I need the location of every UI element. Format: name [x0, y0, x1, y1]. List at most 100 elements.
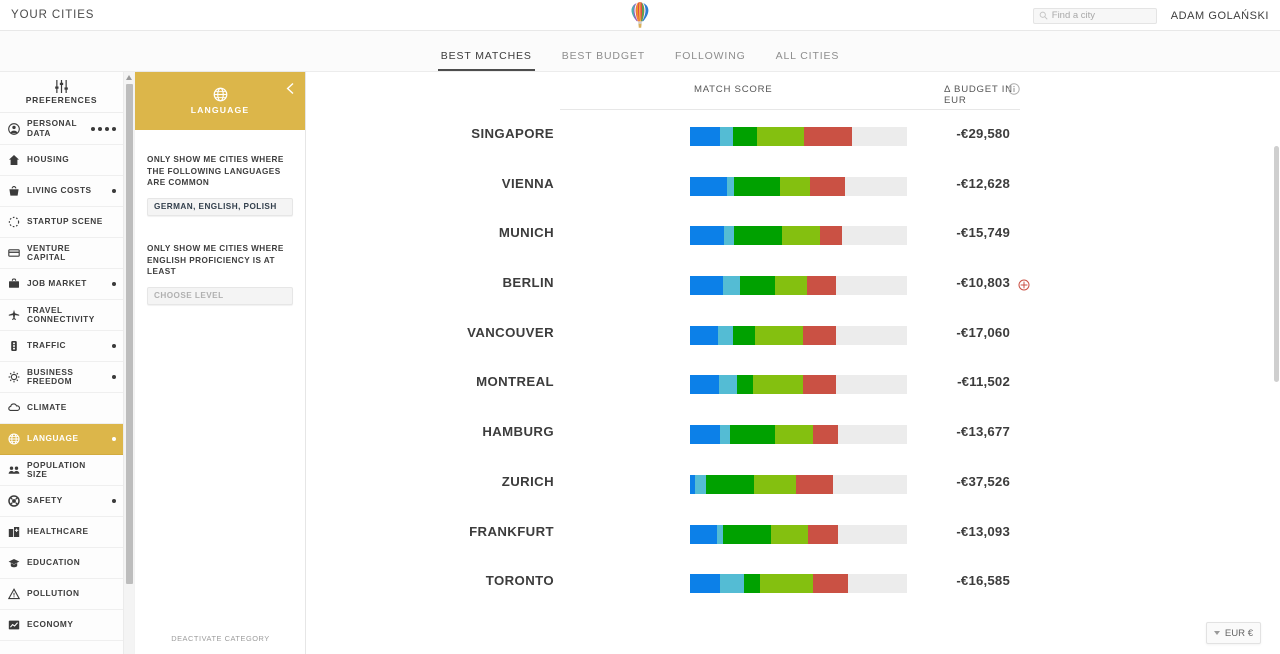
- match-score-segment-5: [810, 176, 845, 196]
- sidebar-item-personal-data[interactable]: PERSONAL DATA: [0, 113, 123, 145]
- shopping-basket-icon: [9, 186, 19, 196]
- sidebar-header: PREFERENCES: [0, 72, 123, 113]
- languages-field[interactable]: GERMAN, ENGLISH, POLISH: [147, 197, 293, 216]
- budget-value: -€16,585: [956, 573, 1010, 589]
- table-row[interactable]: VANCOUVER -€17,060: [306, 311, 1274, 361]
- match-score-segment-5: [803, 325, 836, 345]
- tab-following[interactable]: FOLLOWING: [672, 50, 749, 71]
- city-rows: SINGAPORE -€29,580 VIENNA -€12,628 MUNICH -€1…: [306, 112, 1274, 609]
- info-circle-icon[interactable]: [1008, 83, 1020, 95]
- table-row[interactable]: MONTREAL -€11,502: [306, 360, 1274, 410]
- lifebuoy-icon: [8, 495, 20, 507]
- sidebar-item-label: JOB MARKET: [27, 278, 87, 289]
- sidebar-item-label: LANGUAGE: [27, 433, 79, 444]
- sidebar-item-label: SAFETY: [27, 495, 63, 506]
- table-row[interactable]: SINGAPORE -€29,580: [306, 112, 1274, 162]
- panel-title: LANGUAGE: [190, 105, 250, 115]
- scroll-up-arrow-icon[interactable]: [126, 75, 132, 80]
- search-input[interactable]: [1051, 10, 1151, 21]
- cloud-icon: [8, 403, 20, 411]
- match-score-segment-2: [720, 425, 730, 445]
- city-list-area: MATCH SCORE Δ BUDGET IN EUR SINGAPORE -€2…: [306, 72, 1274, 654]
- match-score-segment-5: [813, 574, 848, 594]
- match-score-segment-1: [690, 375, 719, 395]
- nav-bar: BEST MATCHES BEST BUDGET FOLLOWING ALL C…: [0, 31, 1280, 72]
- level-dots: [112, 375, 116, 379]
- tab-best-budget[interactable]: BEST BUDGET: [559, 50, 648, 71]
- sidebar-item-living-costs[interactable]: LIVING COSTS: [0, 176, 123, 207]
- match-score-segment-3: [706, 474, 754, 494]
- level-dots: [112, 499, 116, 503]
- tab-best-matches[interactable]: BEST MATCHES: [437, 50, 535, 71]
- match-score-segment-5: [808, 524, 838, 544]
- match-score-segment-4: [755, 325, 803, 345]
- sidebar-item-business-freedom[interactable]: BUSINESS FREEDOM: [0, 362, 123, 393]
- match-score-segment-4: [782, 226, 820, 246]
- table-row[interactable]: MUNICH -€15,749: [306, 211, 1274, 261]
- sidebar-item-language[interactable]: LANGUAGE: [0, 424, 123, 455]
- match-score-segment-3: [734, 176, 780, 196]
- match-score-segment-4: [775, 276, 807, 296]
- plus-circle-icon[interactable]: [1018, 279, 1030, 291]
- sidebar-item-label: HOUSING: [27, 154, 70, 165]
- column-header-match-score: MATCH SCORE: [694, 84, 773, 95]
- match-score-segment-1: [690, 276, 723, 296]
- sidebar-item-label: TRAVEL CONNECTIVITY: [27, 304, 95, 324]
- sidebar-item-climate[interactable]: CLIMATE: [0, 393, 123, 424]
- deactivate-category-button[interactable]: DEACTIVATE CATEGORY: [135, 634, 306, 643]
- people-icon: [8, 466, 20, 474]
- match-score-segment-3: [733, 127, 757, 146]
- budget-value: -€17,060: [956, 324, 1010, 340]
- table-row[interactable]: FRANKFURT -€13,093: [306, 510, 1274, 560]
- sidebar-item-startup-scene[interactable]: STARTUP SCENE: [0, 207, 123, 238]
- preferences-sidebar: PREFERENCES PERSONAL DATA HOUSING LIVING…: [0, 72, 124, 654]
- sidebar-item-venture-capital[interactable]: VENTURE CAPITAL: [0, 238, 123, 269]
- sidebar-item-job-market[interactable]: JOB MARKET: [0, 269, 123, 300]
- sidebar-item-safety[interactable]: SAFETY: [0, 486, 123, 517]
- match-score-segment-3: [733, 325, 755, 345]
- proficiency-level-select[interactable]: CHOOSE LEVEL: [147, 286, 293, 305]
- sidebar-item-healthcare[interactable]: HEALTHCARE: [0, 517, 123, 548]
- table-row[interactable]: HAMBURG -€13,677: [306, 410, 1274, 460]
- chevron-left-icon[interactable]: [285, 82, 296, 95]
- match-score-segment-2: [720, 574, 744, 594]
- search-box[interactable]: [1032, 7, 1157, 24]
- level-dots: [91, 126, 116, 131]
- main-scrollbar[interactable]: [1273, 72, 1280, 654]
- top-bar-right: ADAM GOLAŃSKI: [1032, 0, 1280, 31]
- match-score-segment-5: [807, 276, 836, 296]
- sidebar-item-travel-connectivity[interactable]: TRAVEL CONNECTIVITY: [0, 300, 123, 331]
- sliders-icon: [55, 79, 68, 93]
- table-row[interactable]: BERLIN -€10,803: [306, 261, 1274, 311]
- sidebar-item-education[interactable]: EDUCATION: [0, 548, 123, 579]
- table-row[interactable]: TORONTO -€16,585: [306, 559, 1274, 609]
- user-name[interactable]: ADAM GOLAŃSKI: [1171, 10, 1269, 22]
- globe-icon: [213, 87, 227, 102]
- currency-selector[interactable]: EUR €: [1206, 622, 1261, 644]
- match-score-bar: [690, 325, 907, 345]
- level-dots: [112, 189, 116, 193]
- tab-all-cities[interactable]: ALL CITIES: [773, 50, 843, 71]
- match-score-segment-4: [757, 127, 804, 146]
- city-name: VIENNA: [501, 175, 554, 191]
- main-scrollbar-thumb[interactable]: [1274, 146, 1279, 382]
- sidebar-scrollbar-thumb[interactable]: [126, 84, 133, 584]
- table-row[interactable]: VIENNA -€12,628: [306, 162, 1274, 212]
- match-score-bar: [690, 425, 907, 445]
- sidebar-item-population-size[interactable]: POPULATION SIZE: [0, 455, 123, 486]
- warning-triangle-icon: [8, 588, 20, 600]
- match-score-bar: [690, 127, 907, 146]
- sidebar-item-housing[interactable]: HOUSING: [0, 145, 123, 176]
- city-name: MUNICH: [498, 225, 554, 241]
- sidebar-item-pollution[interactable]: POLLUTION: [0, 579, 123, 610]
- sidebar-item-traffic[interactable]: TRAFFIC: [0, 331, 123, 362]
- sidebar-scrollbar[interactable]: [124, 72, 135, 654]
- sidebar-item-label: CLIMATE: [27, 402, 67, 413]
- sidebar-item-economy[interactable]: ECONOMY: [0, 610, 123, 641]
- match-score-segment-4: [753, 375, 803, 395]
- city-name: BERLIN: [502, 275, 554, 291]
- table-row[interactable]: ZURICH -€37,526: [306, 460, 1274, 510]
- sidebar-item-label: HEALTHCARE: [27, 526, 89, 537]
- level-dots: [112, 344, 116, 348]
- budget-value: -€11,502: [957, 374, 1010, 390]
